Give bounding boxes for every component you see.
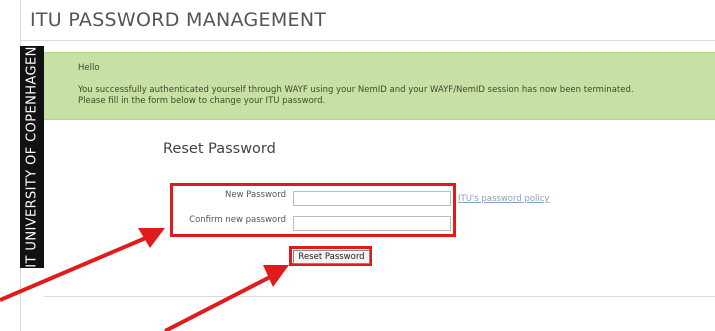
arrow-to-reset-button [164, 265, 289, 331]
arrow-to-password-fields [0, 228, 165, 302]
annotation-arrows [0, 228, 289, 331]
